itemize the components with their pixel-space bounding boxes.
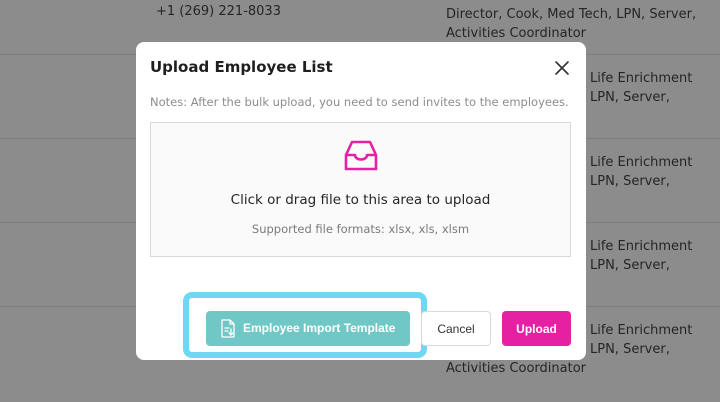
upload-button[interactable]: Upload bbox=[502, 311, 571, 346]
employee-import-template-button[interactable]: Employee Import Template bbox=[206, 311, 410, 346]
dropzone-hint: Supported file formats: xlsx, xls, xlsm bbox=[251, 222, 470, 236]
template-button-label: Employee Import Template bbox=[243, 321, 396, 335]
cancel-button[interactable]: Cancel bbox=[421, 311, 491, 346]
file-download-icon bbox=[221, 319, 235, 338]
close-icon bbox=[555, 61, 569, 75]
modal-title: Upload Employee List bbox=[150, 58, 333, 76]
modal-notes: Notes: After the bulk upload, you need t… bbox=[150, 95, 569, 109]
close-button[interactable] bbox=[552, 58, 572, 78]
inbox-icon bbox=[344, 140, 378, 171]
file-dropzone[interactable]: Click or drag file to this area to uploa… bbox=[150, 122, 571, 257]
dropzone-text: Click or drag file to this area to uploa… bbox=[230, 192, 491, 208]
